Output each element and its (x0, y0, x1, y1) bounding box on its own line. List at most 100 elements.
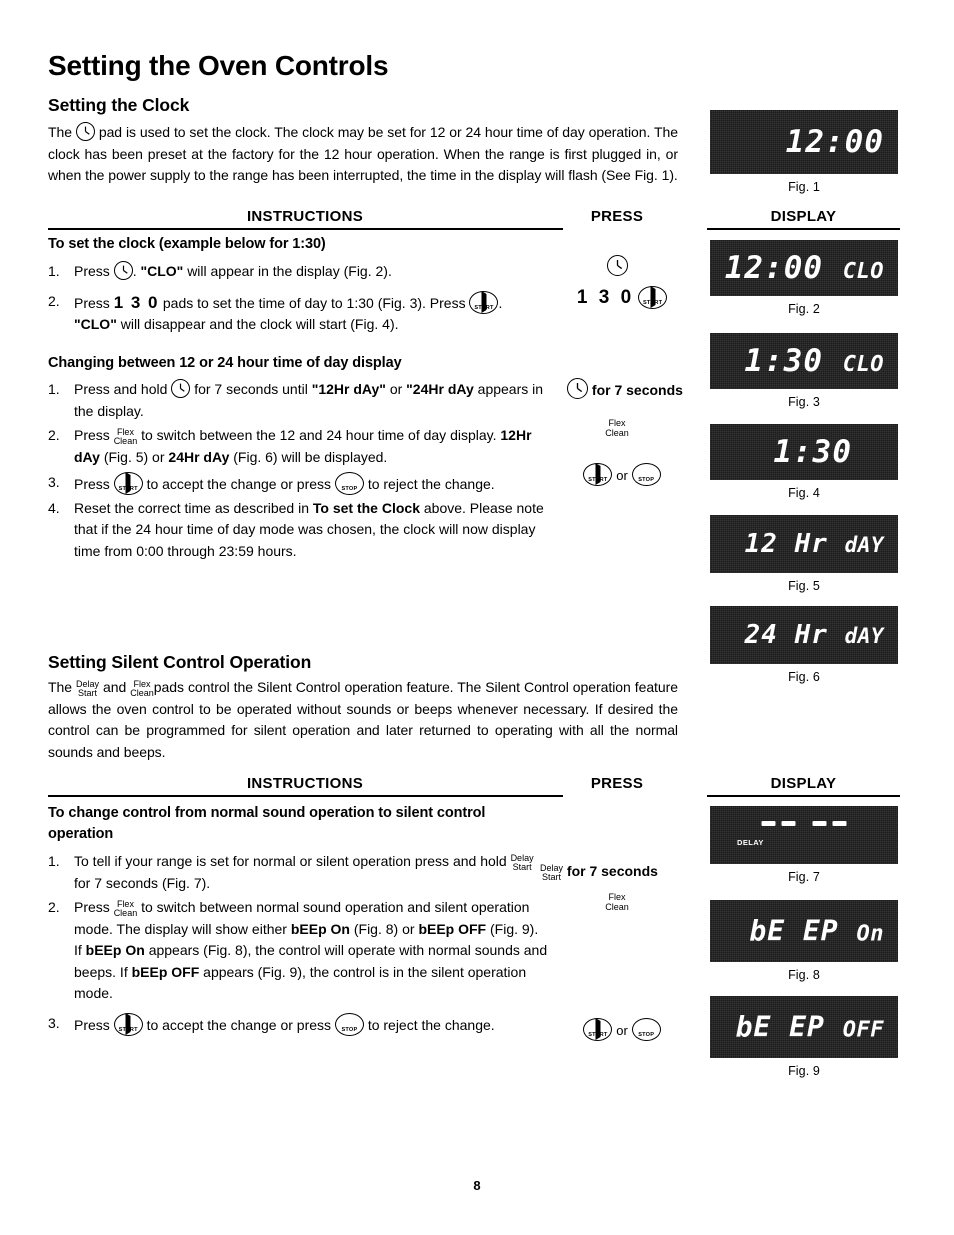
step-text: Press START to accept the change or pres… (74, 472, 548, 496)
pad-label-line1: Flex (608, 418, 626, 428)
delay-start-pad-label: Delay Start (511, 853, 534, 873)
page-number: 8 (473, 1178, 481, 1193)
flex-clean-pad-label: Flex Clean (130, 679, 154, 699)
led-display: 12:00 (710, 110, 898, 174)
delay-annunciator: DELAY (737, 838, 764, 847)
stop-pad-icon: STOP (631, 463, 661, 486)
step-text-beepon: bEEp On (290, 920, 350, 937)
led-display: 1:30 CLO (710, 333, 898, 389)
led-suffix: CLO (842, 259, 884, 284)
clock-intro-part2: pad is used to set the clock. The clock … (48, 124, 678, 183)
start-pad-label: START (588, 477, 608, 484)
figure-4: 1:30 Fig. 4 (710, 424, 898, 500)
step-text-b: to accept the change or press (146, 1016, 332, 1033)
changing-step-1: 1. Press and hold for 7 seconds until "1… (48, 379, 548, 422)
figure-caption: Fig. 5 (788, 579, 820, 593)
step-number: 3. (48, 1014, 60, 1031)
step-number: 1. (48, 263, 60, 279)
led-text: 1:30 (773, 434, 852, 470)
start-pad-label: START (642, 300, 663, 307)
led-main: 12 Hr (744, 529, 828, 559)
step-text-clo: "CLO" (74, 316, 117, 332)
silent-section-heading: Setting Silent Control Operation (48, 652, 312, 672)
start-pad-label: START (588, 1032, 608, 1039)
led-text: 12:00 (786, 124, 884, 160)
step-text-a: Press (74, 263, 110, 279)
led-main: bE EP (749, 914, 839, 948)
instructions-rule-2 (48, 795, 563, 797)
step-text: Press Flex Clean to switch between the 1… (74, 425, 548, 468)
led-display: 24 Hr dAY (710, 606, 898, 664)
press-hold-duration: for 7 seconds (566, 863, 658, 879)
change-control-heading: To change control from normal sound oper… (48, 805, 486, 842)
press-or-word: or (616, 1023, 628, 1038)
step-text-a: Press and hold (74, 381, 168, 397)
silent-intro-paragraph: The Delay Start and Flex Clean pads cont… (48, 677, 678, 763)
step-text-d: or (389, 381, 403, 397)
start-pad-icon: START (469, 290, 499, 314)
step-text-j: bEEp OFF (131, 963, 200, 980)
led-display: bE EP OFF (710, 996, 898, 1058)
led-dashes (761, 821, 847, 827)
led-text: 12:00 CLO (725, 250, 884, 286)
step-text: Reset the correct time as described in T… (74, 498, 548, 563)
led-display: DELAY (710, 806, 898, 864)
start-pad-icon: START (113, 1012, 143, 1036)
start-pad-label: START (118, 1026, 138, 1033)
clock-intro-paragraph: The pad is used to set the clock. The cl… (48, 122, 678, 187)
step-text-b: for 7 seconds (Fig. 7). (74, 874, 211, 891)
step-text: Press 1 3 0 pads to set the time of day … (74, 290, 548, 336)
clock-pad-icon (75, 122, 95, 141)
led-text: 12 Hr dAY (745, 529, 884, 559)
start-pad-label: START (118, 486, 138, 493)
pad-label-line2: Clean (605, 428, 629, 438)
start-pad-icon: START (583, 1018, 613, 1041)
start-pad-label: START (474, 304, 494, 311)
led-display: 12:00 CLO (710, 240, 898, 296)
step-text-d: (Fig. 5) or (103, 448, 165, 465)
instructions-rule-1 (48, 228, 563, 230)
start-pad-icon: START (638, 286, 668, 309)
clock-pad-icon (171, 379, 191, 398)
figure-caption: Fig. 1 (788, 180, 820, 194)
dash-1 (761, 821, 776, 827)
press-digits: 1 3 0 (576, 287, 635, 308)
led-text: bE EP OFF (736, 1011, 884, 1044)
figure-caption: Fig. 2 (788, 302, 820, 316)
step-text-c: . (498, 294, 503, 311)
pad-label-line2: Clean (113, 908, 138, 918)
page-title: Setting the Oven Controls (48, 50, 389, 81)
delay-start-pad-label: Delay Start (540, 863, 563, 883)
step-text-d: (Fig. 8) or (353, 920, 415, 937)
step-text-h: bEEp On (85, 942, 145, 958)
press-hold-duration: for 7 seconds (591, 382, 683, 398)
step-number: 2. (48, 427, 60, 443)
step-text-c: to reject the change. (367, 476, 495, 492)
step-text-b: to accept the change or press (146, 476, 332, 492)
led-text: 1:30 CLO (744, 343, 884, 379)
silent-step-3: 3. Press START to accept the change or p… (48, 1012, 548, 1037)
figure-caption: Fig. 6 (788, 670, 820, 684)
flex-clean-pad-label: Flex Clean (113, 899, 138, 919)
dash-4 (832, 821, 847, 827)
pad-label-line1: Flex (608, 892, 626, 902)
press-cell-flex-clean-2: Flex Clean (572, 892, 662, 912)
manual-page: Setting the Oven Controls Setting the Cl… (0, 0, 954, 1235)
start-pad-icon: START (583, 463, 613, 486)
stop-pad-icon: STOP (334, 1012, 364, 1036)
press-column-header-1: PRESS (590, 208, 644, 225)
figure-caption: Fig. 7 (788, 870, 820, 884)
led-suffix: CLO (842, 352, 884, 377)
clock-pad-icon (567, 378, 589, 399)
step-text-setclock: To set the Clock (312, 499, 420, 516)
step-text-b: for 7 seconds until (194, 381, 308, 397)
step-text: Press START to accept the change or pres… (74, 1012, 548, 1037)
dash-2 (781, 821, 796, 827)
press-cell-clock-pad (552, 255, 682, 277)
led-display: 1:30 (710, 424, 898, 480)
silent-intro-b: and (103, 679, 127, 695)
step-text-beepoff: bEEp OFF (418, 920, 487, 937)
step-number: 2. (48, 292, 60, 309)
silent-intro-a: The (48, 679, 72, 695)
changing-step-4: 4. Reset the correct time as described i… (48, 498, 548, 563)
